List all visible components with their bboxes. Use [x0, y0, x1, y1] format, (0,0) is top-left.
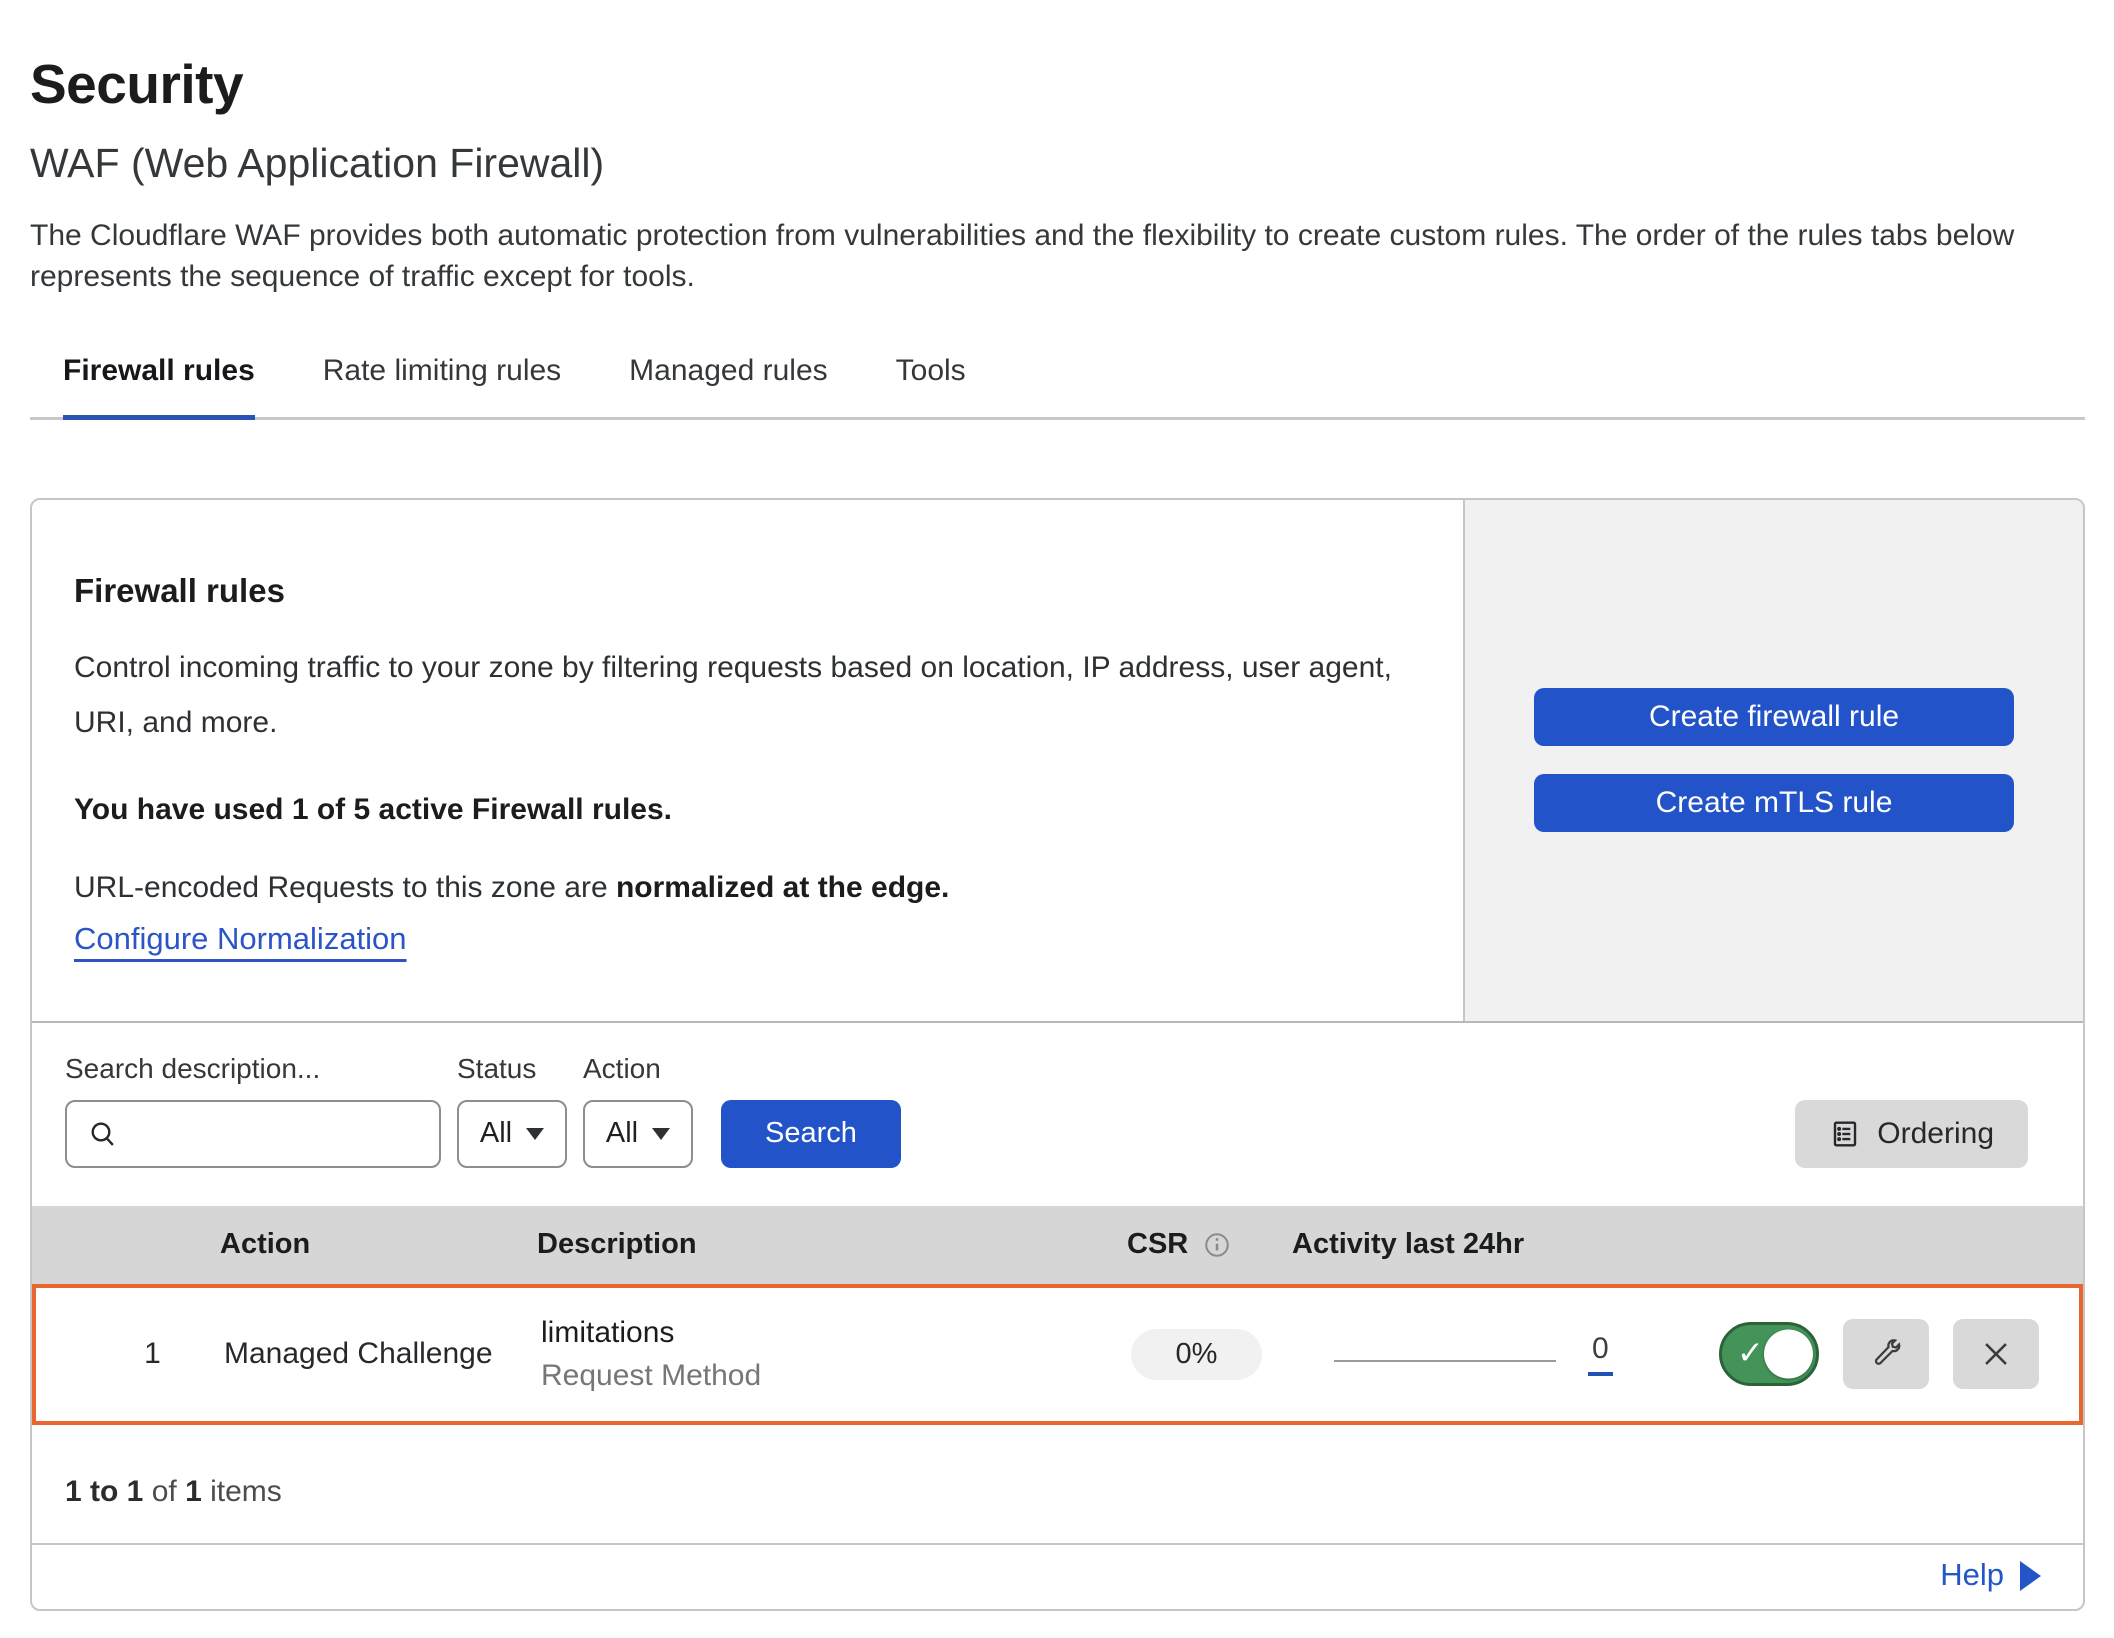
help-link[interactable]: Help [1940, 1557, 2004, 1593]
card-description: Control incoming traffic to your zone by… [74, 640, 1404, 751]
rule-description: limitations [541, 1316, 1131, 1350]
tab-managed-rules[interactable]: Managed rules [629, 342, 827, 420]
tab-tools[interactable]: Tools [896, 342, 966, 420]
waf-tab-bar: Firewall rules Rate limiting rules Manag… [30, 342, 2085, 420]
activity-sparkline: 0 [1296, 1332, 1676, 1376]
wrench-icon [1868, 1336, 1904, 1372]
rule-expression: Request Method [541, 1359, 1131, 1393]
items-summary: 1 to 1 of 1 items [32, 1425, 2083, 1543]
search-button[interactable]: Search [721, 1100, 901, 1168]
action-label: Action [583, 1053, 693, 1085]
configure-normalization-link[interactable]: Configure Normalization [74, 921, 407, 957]
page-intro: The Cloudflare WAF provides both automat… [30, 215, 2080, 298]
activity-count-link[interactable]: 0 [1588, 1332, 1613, 1376]
arrow-right-icon [2020, 1561, 2041, 1591]
rule-priority: 1 [36, 1337, 224, 1371]
usage-summary: You have used 1 of 5 active Firewall rul… [74, 793, 1423, 827]
create-mtls-rule-button[interactable]: Create mTLS rule [1534, 774, 2014, 832]
sparkline-flat-line [1334, 1360, 1556, 1362]
header-csr: CSR [1127, 1228, 1188, 1261]
create-firewall-rule-button[interactable]: Create firewall rule [1534, 688, 2014, 746]
page-subtitle: WAF (Web Application Firewall) [30, 140, 2085, 187]
page-title: Security [30, 52, 2085, 116]
search-description-label: Search description... [65, 1053, 441, 1085]
tab-rate-limiting-rules[interactable]: Rate limiting rules [323, 342, 561, 420]
rule-row: 1 Managed Challenge limitations Request … [32, 1284, 2083, 1425]
tab-firewall-rules[interactable]: Firewall rules [63, 342, 255, 420]
rule-enabled-toggle[interactable]: ✓ [1719, 1322, 1819, 1386]
header-action: Action [220, 1228, 537, 1261]
status-label: Status [457, 1053, 567, 1085]
search-input[interactable] [65, 1100, 441, 1168]
caret-down-icon [652, 1128, 670, 1140]
status-select[interactable]: All [457, 1100, 567, 1168]
search-icon [87, 1118, 119, 1150]
firewall-rules-card: Firewall rules Control incoming traffic … [30, 498, 2085, 1611]
header-description: Description [537, 1228, 1127, 1261]
csr-badge: 0% [1131, 1329, 1262, 1380]
edit-rule-button[interactable] [1843, 1319, 1929, 1389]
firewall-rules-overview: Firewall rules Control incoming traffic … [32, 500, 2083, 1023]
rule-action: Managed Challenge [224, 1337, 541, 1371]
list-document-icon [1829, 1118, 1861, 1150]
rules-table-header: Action Description CSR Activity last 24h… [32, 1206, 2083, 1284]
caret-down-icon [526, 1128, 544, 1140]
info-icon[interactable] [1202, 1230, 1232, 1260]
rules-filter-bar: Search description... Status All [32, 1023, 2083, 1206]
close-icon [1979, 1337, 2013, 1371]
ordering-button[interactable]: Ordering [1795, 1100, 2028, 1168]
action-select[interactable]: All [583, 1100, 693, 1168]
header-activity: Activity last 24hr [1292, 1228, 1672, 1261]
rule-actions-panel: Create firewall rule Create mTLS rule [1463, 500, 2083, 1021]
check-icon: ✓ [1737, 1334, 1764, 1372]
delete-rule-button[interactable] [1953, 1319, 2039, 1389]
card-heading: Firewall rules [74, 572, 1423, 610]
security-waf-page: Security WAF (Web Application Firewall) … [0, 0, 2114, 1611]
normalization-note: URL-encoded Requests to this zone are no… [74, 871, 1423, 905]
